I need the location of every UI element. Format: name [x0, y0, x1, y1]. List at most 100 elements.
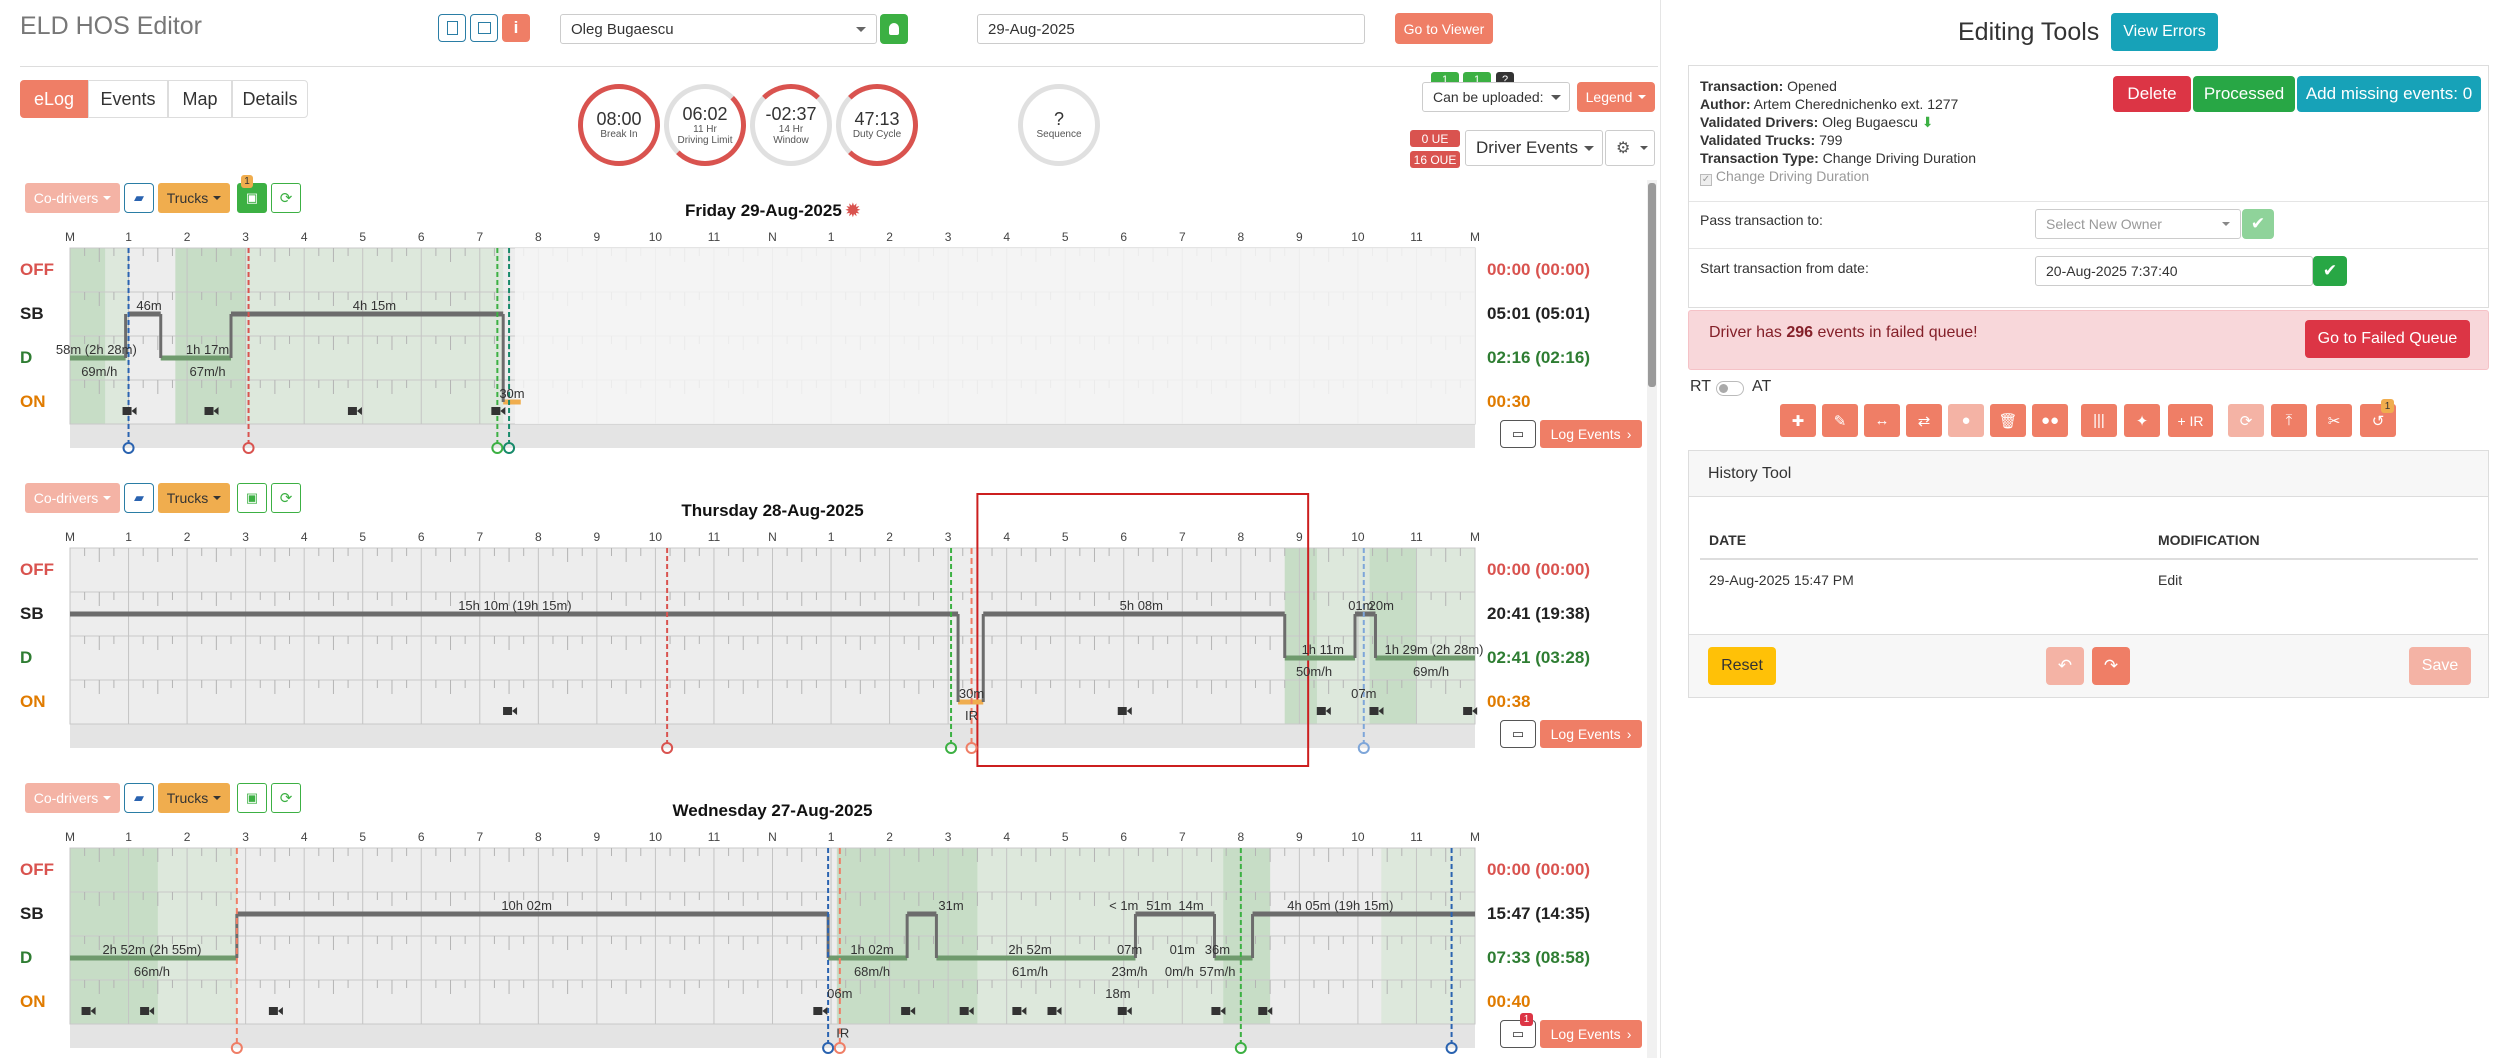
hour-axis: M 1 2 3 4 5 6 7 8 9 10 11 N 1 2 3 4 5 6 7 8 9 10 11 M: [65, 830, 1480, 844]
tab-details[interactable]: Details: [232, 80, 308, 118]
note-icon: [477, 22, 491, 34]
align-top-tool[interactable]: ⤒: [2271, 404, 2307, 437]
hour-label: 10: [648, 830, 663, 844]
log-events-button[interactable]: Log Events ›: [1540, 420, 1642, 448]
hour-label: 11: [1410, 530, 1423, 544]
hour-label: 3: [944, 230, 952, 244]
shift-tool[interactable]: ↔: [1864, 404, 1900, 437]
failed-post: events in failed queue!: [1813, 324, 1978, 341]
hour-label: 8: [534, 230, 542, 244]
note-button[interactable]: [470, 14, 498, 42]
swap-tool[interactable]: ⇄: [1906, 404, 1942, 437]
rt-label: RT: [1690, 378, 1712, 395]
hour-label: M: [65, 530, 75, 544]
row-total-off: 00:00 (00:00): [1487, 560, 1591, 579]
segment-label: 68m/h: [854, 964, 890, 979]
legend-button[interactable]: Legend: [1577, 82, 1655, 112]
document-button[interactable]: [438, 14, 466, 42]
settings-dropdown[interactable]: ⚙: [1605, 130, 1655, 166]
toggle-knob: [1719, 384, 1728, 393]
save-button[interactable]: Save: [2409, 647, 2471, 685]
camera-icon: [1117, 1007, 1127, 1015]
history-col-mod: MODIFICATION: [2158, 532, 2260, 548]
hour-label: 5: [359, 230, 367, 244]
hos-grid[interactable]: 15h 10m (19h 15m) 5h 08m 01m20m1h 11m 1h 29…: [69, 493, 1484, 767]
transaction-type-label: Transaction Type:: [1700, 150, 1819, 166]
info-button[interactable]: i: [502, 14, 530, 42]
log-events-label: Log Events: [1550, 426, 1621, 442]
users-tool[interactable]: ●●: [2032, 404, 2068, 437]
start-confirm-button[interactable]: ✔: [2313, 256, 2347, 286]
row-total-sb: 15:47 (14:35): [1487, 904, 1591, 923]
day-title: Wednesday 27-Aug-2025: [70, 801, 1475, 821]
hos-grid[interactable]: 46m 4h 15m 58m (2h 28m) 1h 17m 69m/h 67m/h 30m: [56, 247, 1476, 454]
author-label: Author:: [1700, 96, 1751, 112]
refresh-tool[interactable]: ⟳: [2228, 404, 2264, 437]
hour-label: 2: [183, 230, 191, 244]
comment-button[interactable]: ▭: [1500, 720, 1536, 748]
hour-label: 7: [1178, 530, 1186, 544]
date-input[interactable]: 29-Aug-2025: [977, 14, 1365, 44]
segment-label: 23m/h: [1112, 964, 1148, 979]
validated-drivers-value: Oleg Bugaescu: [1822, 114, 1918, 130]
tab-map[interactable]: Map: [168, 80, 232, 118]
segment-label: 01m: [1170, 942, 1195, 957]
plus-icon: ✚: [1791, 412, 1805, 430]
delete-tool[interactable]: 🗑: [1990, 404, 2026, 437]
driver-events-select[interactable]: Driver Events: [1465, 130, 1603, 166]
columns-tool[interactable]: |||: [2081, 404, 2117, 437]
row-label-d: D: [20, 648, 33, 667]
driver-profile-button[interactable]: [880, 14, 908, 44]
scrollbar-track[interactable]: [1647, 180, 1657, 1058]
segment-label: 31m: [938, 898, 963, 913]
camera-icon: [122, 407, 132, 415]
history-title: History Tool: [1708, 465, 1792, 482]
hour-label: 9: [593, 230, 601, 244]
caret-down-icon: [1638, 95, 1647, 103]
app-title: ELD HOS Editor: [20, 12, 203, 40]
undo-button[interactable]: ↶: [2046, 647, 2084, 685]
change-driving-checkbox[interactable]: ✓: [1700, 174, 1712, 186]
hos-grid[interactable]: 10h 02m 31m < 1m 51m 14m 4h 05m (19h 15m) 2h 5…: [69, 847, 1476, 1054]
go-to-viewer-button[interactable]: Go to Viewer: [1395, 13, 1493, 44]
segment-label: IR: [965, 708, 978, 723]
driver-select[interactable]: Oleg Bugaescu: [560, 14, 877, 44]
camera-icon: [347, 407, 357, 415]
hour-label: 1: [827, 530, 835, 544]
start-date-input[interactable]: 20-Aug-2025 7:37:40: [2035, 256, 2313, 286]
segment-label: 57m/h: [1199, 964, 1235, 979]
add-missing-events-button[interactable]: Add missing events: 0: [2297, 76, 2481, 112]
pass-confirm-button[interactable]: ✔: [2242, 209, 2274, 239]
processed-button[interactable]: Processed: [2193, 76, 2295, 112]
user-tool[interactable]: ●: [1948, 404, 1984, 437]
segment-label: 36m: [1205, 942, 1230, 957]
can-be-uploaded-select[interactable]: Can be uploaded:: [1422, 82, 1570, 112]
hour-label: 8: [1237, 230, 1245, 244]
scrollbar-thumb[interactable]: [1648, 183, 1656, 387]
edit-tool[interactable]: ✎: [1822, 404, 1858, 437]
scissors-icon: ✂: [2327, 412, 2341, 430]
redo-button[interactable]: ↷: [2092, 647, 2130, 685]
rt-at-toggle[interactable]: [1716, 381, 1744, 396]
start-label: Start transaction from date:: [1700, 260, 1869, 276]
cut-tool[interactable]: ✂: [2316, 404, 2352, 437]
comment-button[interactable]: ▭: [1500, 420, 1536, 448]
legend-label: Legend: [1585, 89, 1633, 105]
hour-label: 1: [125, 230, 132, 244]
reset-button[interactable]: Reset: [1708, 647, 1776, 685]
user-icon: [889, 23, 899, 35]
log-events-button[interactable]: Log Events ›: [1540, 720, 1642, 748]
add-ir-tool[interactable]: + IR: [2168, 404, 2213, 437]
tab-events[interactable]: Events: [88, 80, 168, 118]
tab-elog[interactable]: eLog: [20, 80, 88, 118]
add-event-tool[interactable]: ✚: [1780, 404, 1816, 437]
go-to-failed-queue-button[interactable]: Go to Failed Queue: [2305, 320, 2470, 358]
log-events-button[interactable]: Log Events ›: [1540, 1020, 1642, 1048]
segment-label: 06m: [827, 986, 852, 1001]
new-owner-select[interactable]: Select New Owner: [2035, 209, 2241, 239]
break-in-gauge: 08:00 Break In: [578, 84, 660, 166]
magic-tool[interactable]: ✦: [2124, 404, 2160, 437]
delete-button[interactable]: Delete: [2113, 76, 2191, 112]
view-errors-button[interactable]: View Errors: [2111, 13, 2218, 51]
tool-badge: 1: [2381, 399, 2394, 413]
